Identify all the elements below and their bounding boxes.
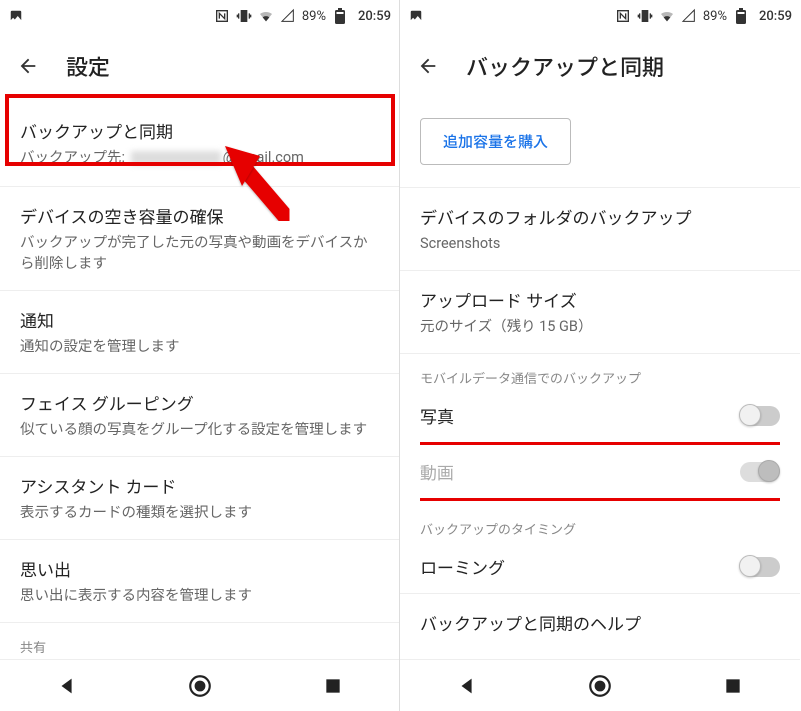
app-icon — [408, 8, 424, 24]
item-free-up-space[interactable]: デバイスの空き容量の確保 バックアップが完了した元の写真や動画をデバイスから削除… — [0, 187, 399, 291]
nav-bar — [0, 659, 399, 711]
item-assistant-cards[interactable]: アシスタント カード 表示するカードの種類を選択します — [0, 457, 399, 540]
item-sub: Screenshots — [420, 233, 780, 254]
item-sub: 元のサイズ（残り 15 GB） — [420, 316, 780, 337]
item-sub: 通知の設定を管理します — [20, 336, 379, 357]
nav-recent[interactable] — [316, 669, 350, 703]
item-label: フェイス グルーピング — [20, 390, 379, 415]
battery-pct: 89% — [302, 9, 326, 24]
nav-bar — [400, 659, 800, 711]
status-time: 20:59 — [358, 9, 391, 24]
nav-home[interactable] — [583, 669, 617, 703]
nav-home[interactable] — [183, 669, 217, 703]
item-label: アシスタント カード — [20, 473, 379, 498]
screen-settings: 89% 20:59 設定 バックアップと同期 バックアップ先: @gmail.c… — [0, 0, 400, 711]
item-sub: 似ている顔の写真をグループ化する設定を管理します — [20, 419, 379, 440]
item-label: デバイスのフォルダのバックアップ — [420, 204, 780, 229]
item-label: アップロード サイズ — [420, 287, 780, 312]
toggle-label: ローミング — [420, 554, 740, 579]
back-button[interactable] — [408, 46, 448, 86]
section-mobile-data: モバイルデータ通信でのバックアップ — [400, 354, 800, 389]
item-sub: 表示するカードの種類を選択します — [20, 502, 379, 523]
item-device-folders[interactable]: デバイスのフォルダのバックアップ Screenshots — [400, 188, 800, 271]
signal-icon — [280, 8, 296, 24]
battery-icon — [733, 8, 749, 24]
backup-list: 追加容量を購入 デバイスのフォルダのバックアップ Screenshots アップ… — [400, 100, 800, 659]
item-label: 通知 — [20, 307, 379, 332]
wifi-icon — [659, 8, 675, 24]
nav-back[interactable] — [450, 669, 484, 703]
vibrate-icon — [637, 8, 653, 24]
item-label: バックアップと同期 — [20, 118, 379, 143]
toggle-label: 動画 — [420, 459, 740, 484]
item-label: デバイスの空き容量の確保 — [20, 203, 379, 228]
item-upload-size[interactable]: アップロード サイズ 元のサイズ（残り 15 GB） — [400, 271, 800, 354]
item-face-grouping[interactable]: フェイス グルーピング 似ている顔の写真をグループ化する設定を管理します — [0, 374, 399, 457]
toggle-photos[interactable]: 写真 — [400, 389, 800, 442]
settings-list: バックアップと同期 バックアップ先: @gmail.com デバイスの空き容量の… — [0, 100, 399, 659]
item-label: バックアップと同期のヘルプ — [420, 610, 780, 635]
app-icon — [8, 8, 24, 24]
battery-icon — [332, 8, 348, 24]
item-sub: 思い出に表示する内容を管理します — [20, 585, 379, 606]
item-memories[interactable]: 思い出 思い出に表示する内容を管理します — [0, 540, 399, 623]
buy-storage-button[interactable]: 追加容量を購入 — [420, 118, 571, 165]
screen-backup-sync: 89% 20:59 バックアップと同期 追加容量を購入 デバイスのフォルダのバッ… — [400, 0, 800, 711]
switch-icon[interactable] — [740, 557, 780, 577]
page-title: 設定 — [66, 50, 110, 82]
switch-icon[interactable] — [740, 462, 780, 482]
status-bar: 89% 20:59 — [400, 0, 800, 32]
section-share: 共有 — [0, 623, 399, 658]
title-bar: 設定 — [0, 32, 399, 100]
toggle-label: 写真 — [420, 403, 740, 428]
item-sub: バックアップが完了した元の写真や動画をデバイスから削除します — [20, 232, 379, 274]
status-bar: 89% 20:59 — [0, 0, 399, 32]
item-backup-sync[interactable]: バックアップと同期 バックアップ先: @gmail.com — [0, 100, 399, 187]
status-time: 20:59 — [759, 9, 792, 24]
nfc-icon — [214, 8, 230, 24]
switch-icon[interactable] — [740, 406, 780, 426]
back-button[interactable] — [8, 46, 48, 86]
page-title: バックアップと同期 — [466, 50, 664, 82]
wifi-icon — [258, 8, 274, 24]
section-timing: バックアップのタイミング — [400, 501, 800, 540]
nav-recent[interactable] — [716, 669, 750, 703]
redacted-email — [131, 151, 221, 165]
toggle-roaming[interactable]: ローミング — [400, 540, 800, 594]
item-label: 思い出 — [20, 556, 379, 581]
nav-back[interactable] — [50, 669, 84, 703]
signal-icon — [681, 8, 697, 24]
title-bar: バックアップと同期 — [400, 32, 800, 100]
nfc-icon — [615, 8, 631, 24]
item-help[interactable]: バックアップと同期のヘルプ — [400, 594, 800, 655]
battery-pct: 89% — [703, 9, 727, 24]
item-notifications[interactable]: 通知 通知の設定を管理します — [0, 291, 399, 374]
item-sub: バックアップ先: @gmail.com — [20, 147, 379, 168]
toggle-videos[interactable]: 動画 — [400, 445, 800, 498]
vibrate-icon — [236, 8, 252, 24]
